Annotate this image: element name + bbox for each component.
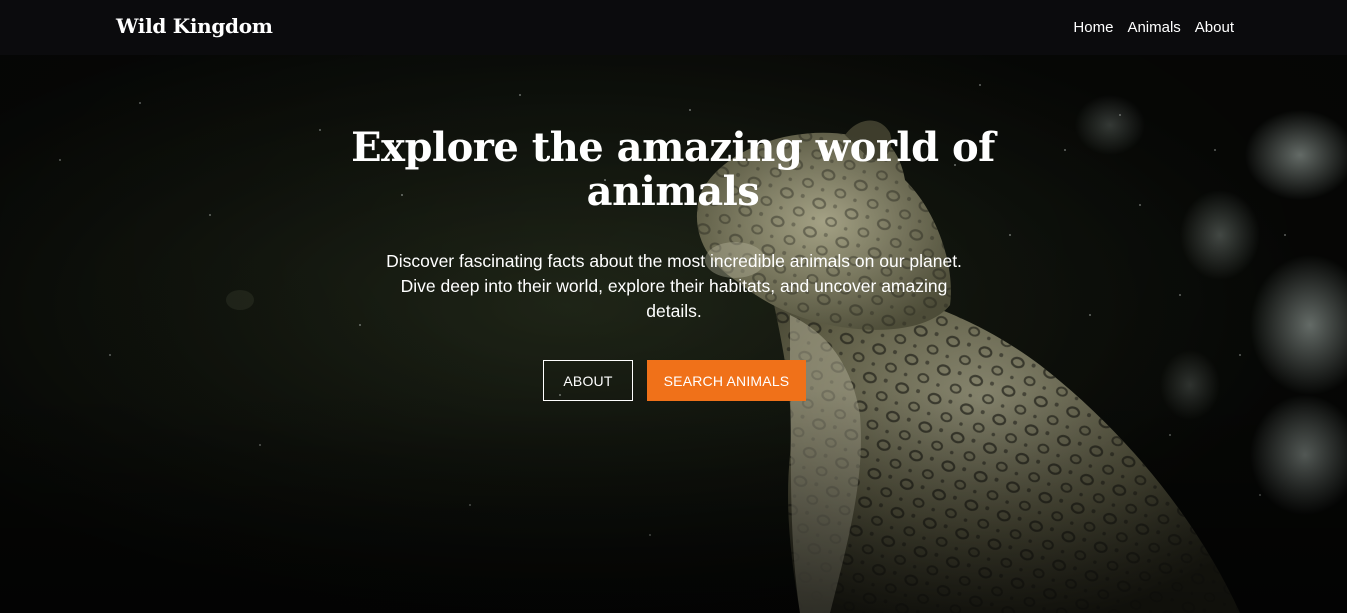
about-button[interactable]: ABOUT [543, 360, 633, 401]
brand-logo[interactable]: Wild Kingdom [116, 13, 273, 39]
nav-link-animals[interactable]: Animals [1127, 19, 1180, 36]
hero-buttons: ABOUT SEARCH ANIMALS [543, 360, 806, 401]
nav-item-about: About [1195, 17, 1234, 38]
hero-title: Explore the amazing world of animals [351, 124, 995, 215]
hero-subtitle: Discover fascinating facts about the mos… [386, 251, 962, 321]
nav-links: Home Animals About [1073, 17, 1234, 38]
search-animals-button[interactable]: SEARCH ANIMALS [647, 360, 806, 401]
hero-section: Explore the amazing world of animals Dis… [0, 55, 1347, 613]
nav-item-animals: Animals [1127, 17, 1180, 38]
nav-link-home[interactable]: Home [1073, 19, 1113, 36]
nav-link-about[interactable]: About [1195, 19, 1234, 36]
nav-item-home: Home [1073, 17, 1113, 38]
top-navbar: Wild Kingdom Home Animals About [0, 0, 1347, 55]
